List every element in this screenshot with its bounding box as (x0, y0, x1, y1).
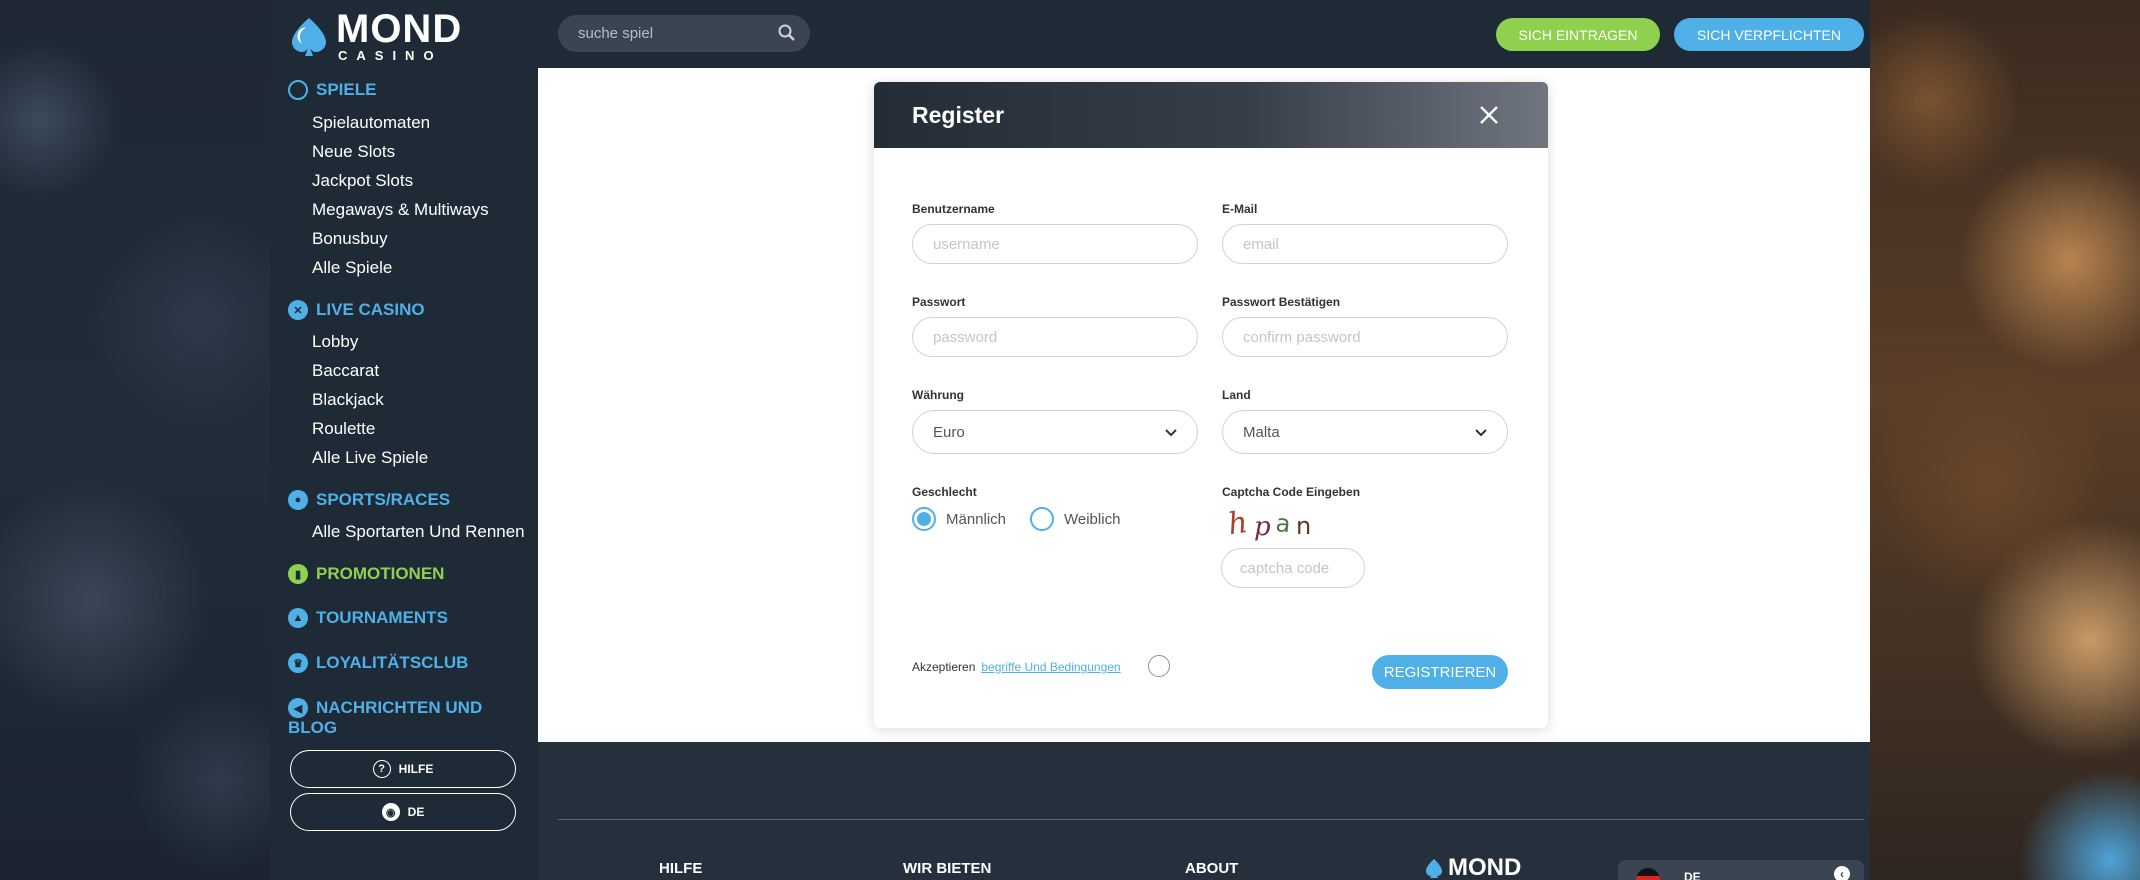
trophy-icon: ▲ (288, 608, 308, 628)
main-content: Register Benutzername E-Mail Passwort Pa… (538, 68, 1870, 742)
chevron-down-icon (1165, 429, 1177, 437)
svg-text:a: a (1274, 509, 1292, 538)
top-bar: suche spiel SICH EINTRAGEN SICH VERPFLIC… (538, 0, 1870, 68)
chip-icon: ✕ (288, 300, 308, 320)
gamepad-icon: ● (288, 490, 308, 510)
german-flag-icon (1636, 868, 1660, 880)
search-icon[interactable] (778, 24, 796, 42)
footer: HILFE WIR BIETEN ABOUT MOND DE ‹ (538, 742, 1870, 880)
nav-item-lobby[interactable]: Lobby (312, 332, 358, 352)
email-input[interactable] (1222, 224, 1508, 264)
nav-item-alle-live-spiele[interactable]: Alle Live Spiele (312, 448, 428, 468)
username-label: Benutzername (912, 202, 995, 216)
accept-terms: Akzeptieren begriffe Und Bedingungen (912, 660, 1121, 674)
close-icon[interactable] (1478, 104, 1500, 126)
gear-icon (288, 80, 308, 100)
spade-moon-icon (1426, 859, 1442, 878)
nav-item-blackjack[interactable]: Blackjack (312, 390, 384, 410)
brand-sub: CASINO (338, 48, 443, 63)
nav-section-tournaments[interactable]: ▲ TOURNAMENTS (288, 608, 448, 628)
footer-col-hilfe[interactable]: HILFE (659, 860, 702, 877)
chevron-down-icon (1475, 429, 1487, 437)
nav-item-megaways[interactable]: Megaways & Multiways (312, 200, 489, 220)
confirm-password-label: Passwort Bestätigen (1222, 295, 1341, 309)
nav-section-blog[interactable]: BLOG (288, 718, 337, 738)
question-icon: ? (372, 760, 391, 778)
svg-text:n: n (1296, 512, 1311, 540)
confirm-password-input[interactable] (1222, 317, 1508, 357)
svg-text:h: h (1226, 505, 1250, 542)
gender-male-radio[interactable]: Männlich (912, 507, 1006, 531)
sidebar: MOND CASINO SPIELE Spielautomaten Neue S… (270, 0, 538, 880)
logo[interactable]: MOND CASINO (288, 7, 488, 63)
brand-name: MOND (336, 7, 463, 51)
currency-label: Währung (912, 388, 964, 402)
modal-title: Register (912, 102, 1005, 128)
signup-button[interactable]: SICH EINTRAGEN (1496, 18, 1660, 51)
nav-item-neue-slots[interactable]: Neue Slots (312, 142, 395, 162)
nav-section-sports[interactable]: ● SPORTS/RACES (288, 490, 450, 510)
nav-section-nachrichten[interactable]: ◀ NACHRICHTEN UND (288, 698, 518, 718)
captcha-label: Captcha Code Eingeben (1222, 485, 1361, 499)
gender-label: Geschlecht (912, 485, 977, 499)
nav-section-promotionen[interactable]: ▮ PROMOTIONEN (288, 564, 444, 584)
nav-item-roulette[interactable]: Roulette (312, 419, 375, 439)
radio-unselected-icon (1030, 507, 1054, 531)
captcha-input[interactable] (1221, 548, 1365, 588)
crown-icon: ♛ (288, 653, 308, 673)
spade-moon-icon (292, 18, 326, 56)
globe-icon: ◉ (381, 803, 400, 821)
nav-item-bonusbuy[interactable]: Bonusbuy (312, 229, 388, 249)
terms-link[interactable]: begriffe Und Bedingungen (981, 660, 1120, 674)
country-select[interactable]: Malta (1222, 410, 1508, 454)
currency-select[interactable]: Euro (912, 410, 1198, 454)
register-button[interactable]: REGISTRIEREN (1372, 655, 1508, 689)
captcha-image: h p a n (1226, 505, 1311, 542)
gender-female-radio[interactable]: Weiblich (1030, 507, 1120, 531)
footer-col-wir-bieten[interactable]: WIR BIETEN (903, 860, 991, 877)
username-input[interactable] (912, 224, 1198, 264)
register-modal: Register Benutzername E-Mail Passwort Pa… (874, 82, 1548, 728)
nav-section-live-casino[interactable]: ✕ LIVE CASINO (288, 300, 425, 320)
nav-item-baccarat[interactable]: Baccarat (312, 361, 379, 381)
footer-language-select[interactable]: DE ‹ (1618, 860, 1864, 880)
footer-col-about[interactable]: ABOUT (1185, 860, 1238, 877)
footer-divider (558, 819, 1864, 820)
footer-logo: MOND (1424, 854, 1521, 880)
language-button[interactable]: ◉ DE (290, 793, 516, 831)
gift-icon: ▮ (288, 564, 308, 584)
nav-item-alle-sportarten[interactable]: Alle Sportarten Und Rennen (312, 522, 525, 542)
nav-item-spielautomaten[interactable]: Spielautomaten (312, 113, 430, 133)
search-box[interactable]: suche spiel (558, 15, 810, 52)
megaphone-icon: ◀ (288, 698, 308, 718)
nav-section-loyalitaetsclub[interactable]: ♛ LOYALITÄTSCLUB (288, 653, 468, 673)
accept-checkbox[interactable] (1148, 655, 1170, 677)
password-label: Passwort (912, 295, 966, 309)
email-label: E-Mail (1222, 202, 1258, 216)
radio-selected-icon (912, 507, 936, 531)
modal-header: Register (874, 82, 1548, 148)
chevron-left-icon: ‹ (1834, 866, 1850, 880)
svg-text:p: p (1254, 512, 1271, 542)
search-input[interactable]: suche spiel (578, 25, 653, 42)
country-label: Land (1222, 388, 1251, 402)
commit-button[interactable]: SICH VERPFLICHTEN (1674, 18, 1864, 51)
nav-section-spiele[interactable]: SPIELE (288, 80, 376, 100)
nav-item-alle-spiele[interactable]: Alle Spiele (312, 258, 392, 278)
background-left (0, 0, 270, 880)
help-button[interactable]: ? HILFE (290, 750, 516, 788)
background-right (1870, 0, 2140, 880)
nav-item-jackpot-slots[interactable]: Jackpot Slots (312, 171, 413, 191)
password-input[interactable] (912, 317, 1198, 357)
